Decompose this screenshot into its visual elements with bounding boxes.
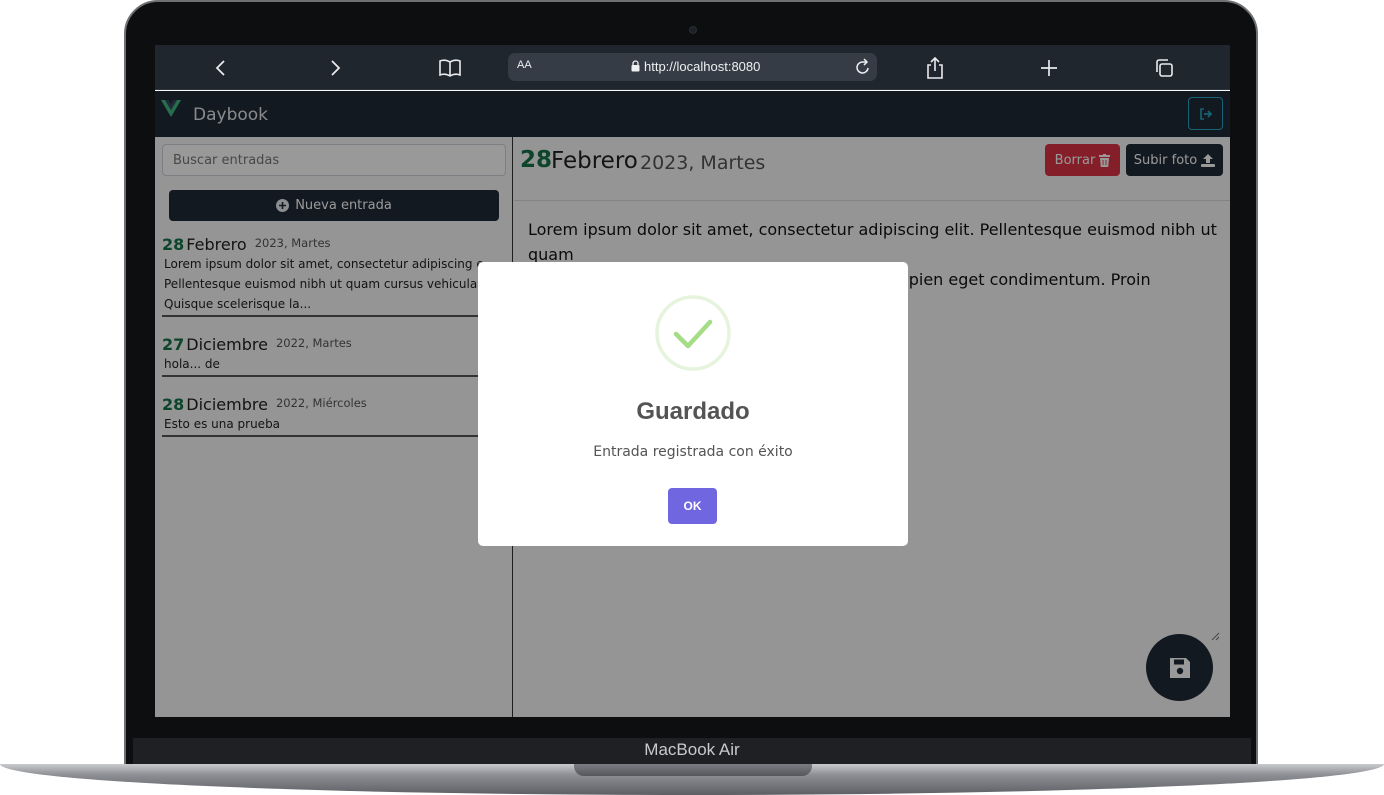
ok-button[interactable]: OK [668, 488, 717, 524]
url-text: http://localhost:8080 [644, 59, 761, 74]
device-model-label: MacBook Air [644, 740, 740, 759]
new-tab-icon[interactable] [1035, 55, 1063, 81]
text-size-button[interactable]: AA [517, 59, 532, 71]
browser-toolbar: AA http://localhost:8080 [155, 45, 1230, 90]
laptop-base-notch [574, 764, 812, 776]
success-check-icon [655, 295, 731, 371]
back-icon[interactable] [207, 55, 235, 81]
share-icon[interactable] [921, 55, 949, 81]
bookmarks-icon[interactable] [436, 55, 464, 81]
address-bar[interactable]: AA http://localhost:8080 [508, 53, 877, 81]
camera [689, 26, 697, 34]
dialog-message: Entrada registrada con éxito [593, 444, 793, 460]
lock-icon [631, 60, 640, 72]
reload-icon[interactable] [854, 57, 872, 77]
dialog-title: Guardado [636, 398, 750, 425]
success-dialog: Guardado Entrada registrada con éxito OK [478, 262, 908, 546]
tabs-overview-icon[interactable] [1150, 55, 1178, 81]
forward-icon[interactable] [321, 55, 349, 81]
